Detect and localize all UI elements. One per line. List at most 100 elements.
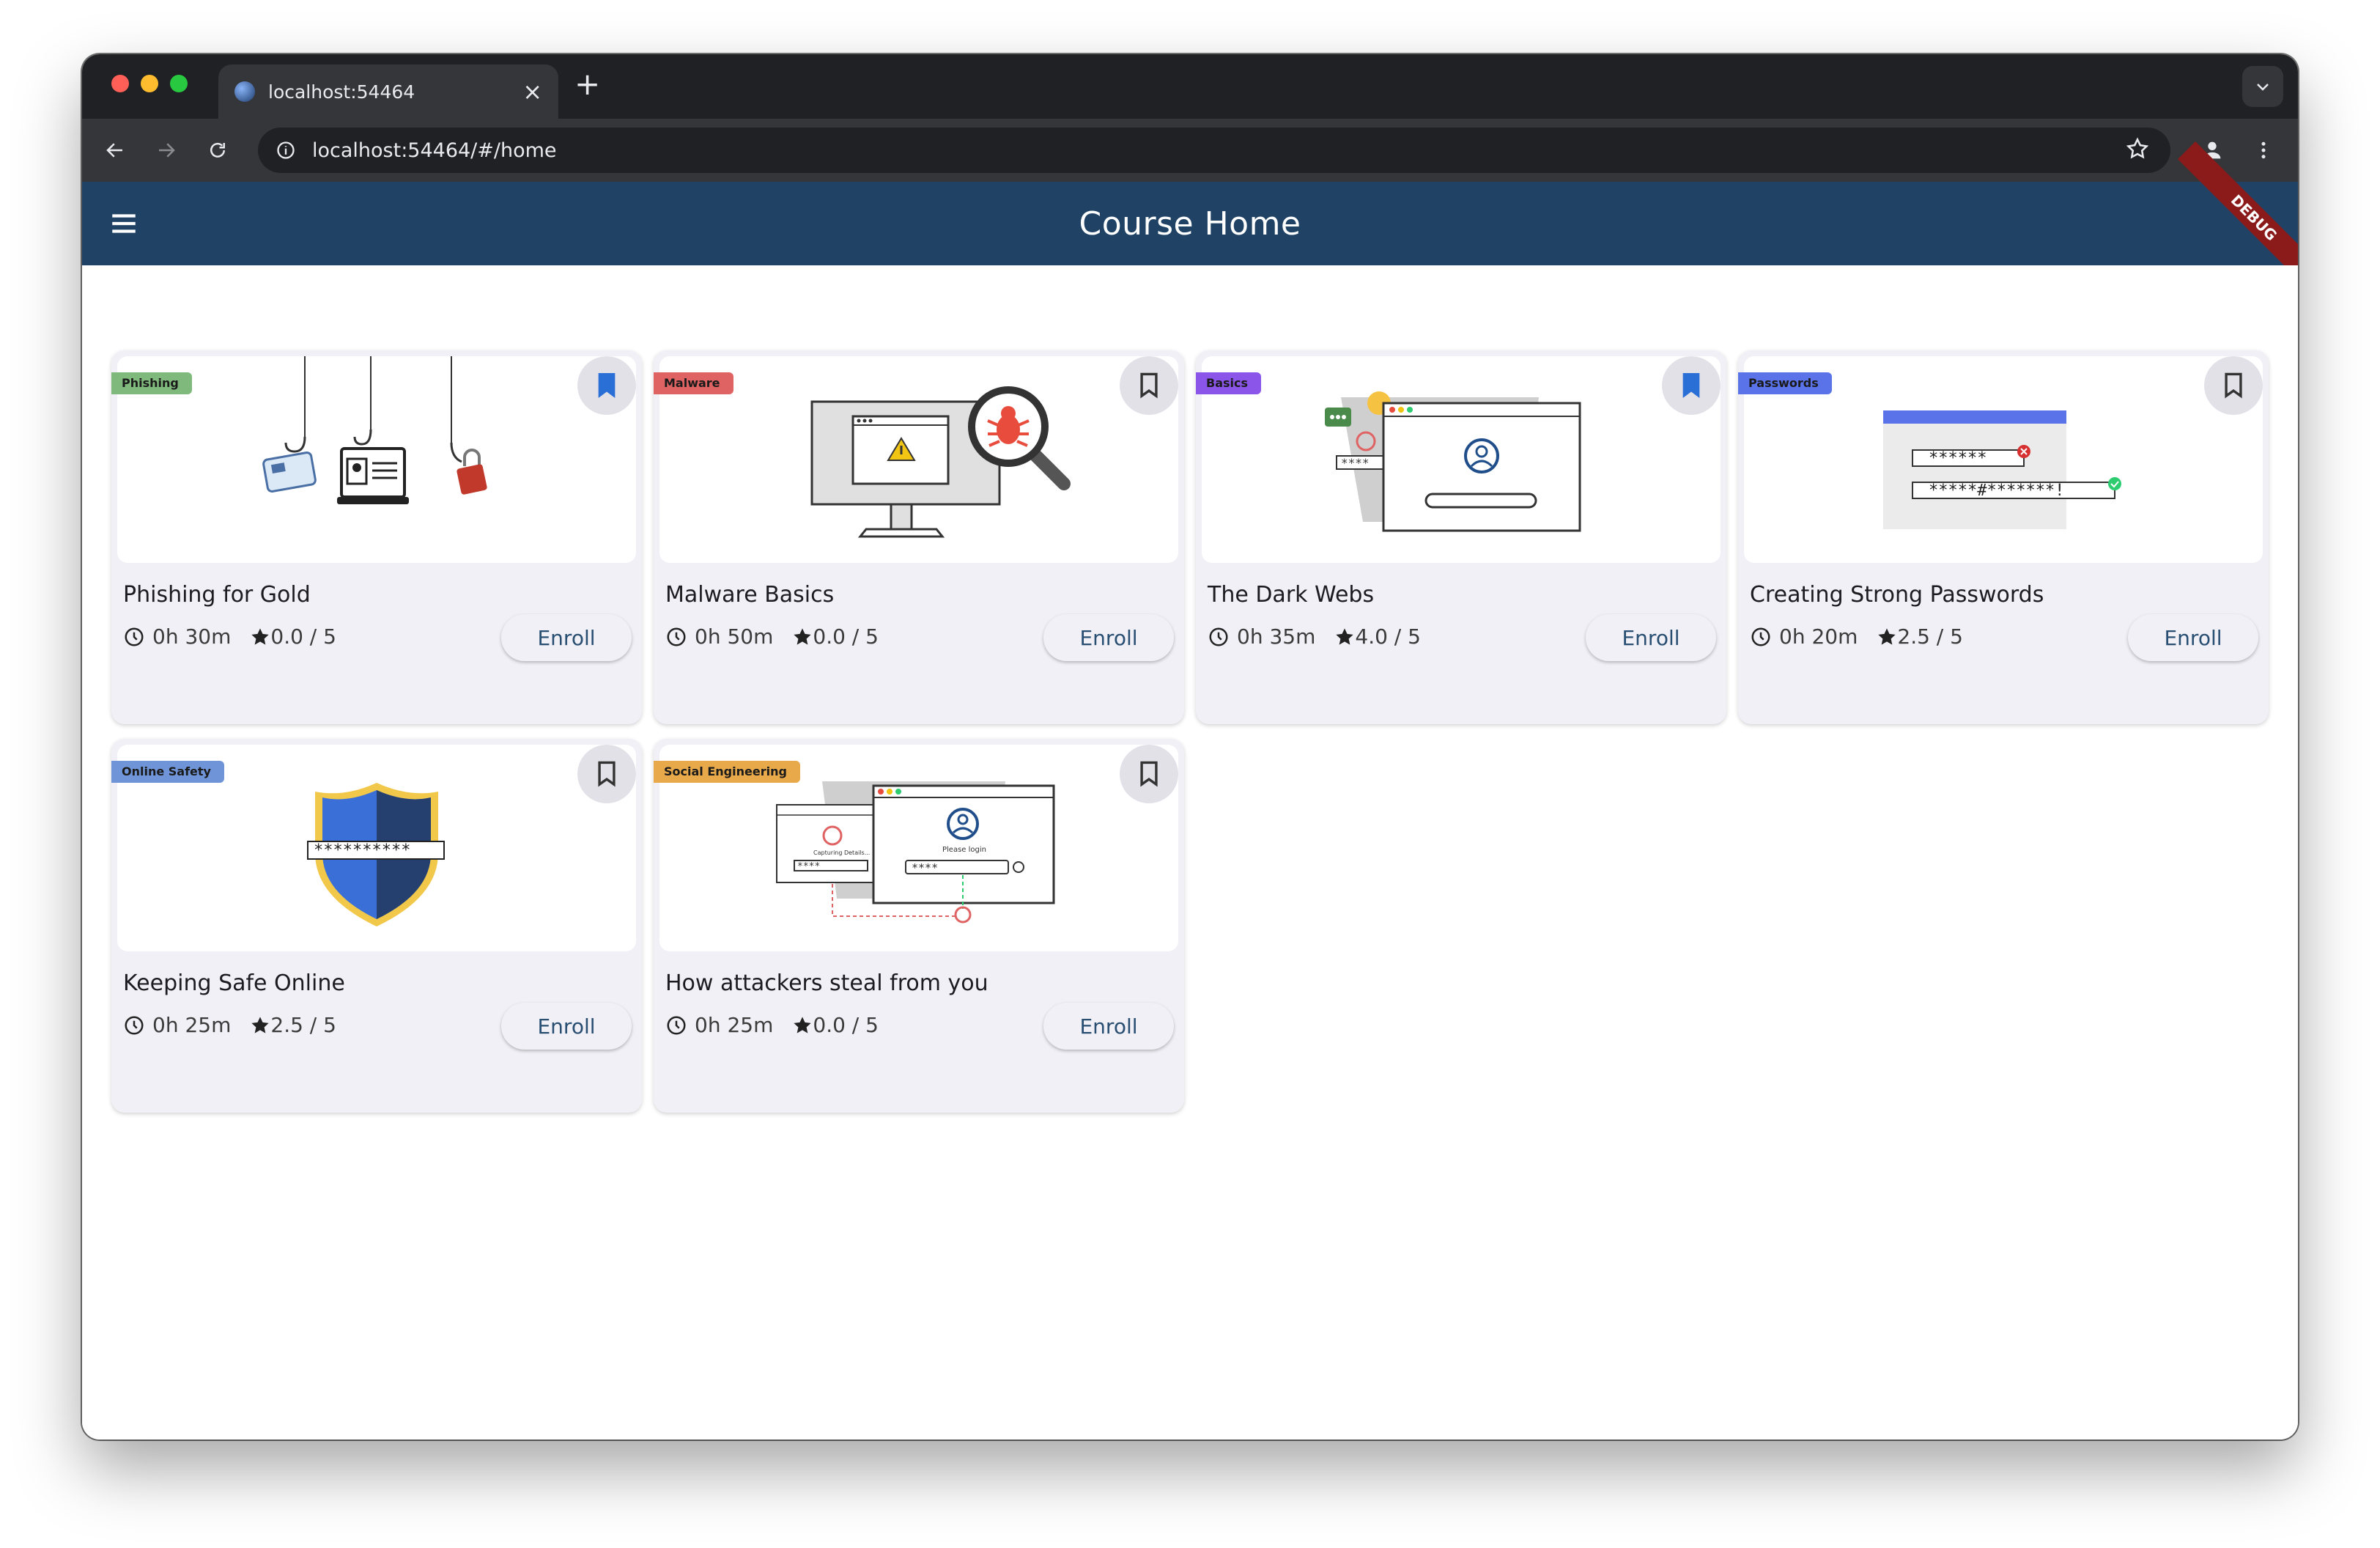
course-duration: 0h 35m xyxy=(1237,624,1316,649)
tab-strip: localhost:54464 × + xyxy=(82,54,2298,119)
clock-icon xyxy=(667,627,686,646)
course-rating: 0.0 / 5 xyxy=(792,624,879,649)
masked-password-text: **** xyxy=(1341,456,1370,470)
enroll-button[interactable]: Enroll xyxy=(1043,614,1174,661)
reload-icon xyxy=(210,142,225,158)
bookmark-filled-icon xyxy=(598,373,616,398)
course-title: Phishing for Gold xyxy=(123,582,311,608)
malware-illustration xyxy=(810,386,1071,538)
course-title: Creating Strong Passwords xyxy=(1750,582,2044,608)
favicon-icon xyxy=(234,81,255,102)
chevron-down-icon xyxy=(2257,84,2269,91)
bookmark-outline-icon xyxy=(1140,372,1158,399)
close-window-button[interactable] xyxy=(111,75,129,92)
course-title: Keeping Safe Online xyxy=(123,970,345,996)
bookmark-star-icon[interactable] xyxy=(2125,136,2150,161)
bookmark-outline-icon xyxy=(598,761,616,787)
enroll-button[interactable]: Enroll xyxy=(1586,614,1716,661)
rating-value: 0.0 / 5 xyxy=(813,624,879,649)
enroll-button[interactable]: Enroll xyxy=(501,614,632,661)
new-tab-button[interactable]: + xyxy=(574,69,600,100)
browser-tab[interactable]: localhost:54464 × xyxy=(218,64,558,119)
enroll-button[interactable]: Enroll xyxy=(2128,614,2258,661)
site-info-icon[interactable] xyxy=(276,140,296,161)
browser-menu-button[interactable] xyxy=(2247,133,2280,167)
darkweb-illustration: **** xyxy=(1325,391,1581,532)
forward-button[interactable] xyxy=(149,133,183,167)
course-tag: Phishing xyxy=(111,372,192,394)
reload-button[interactable] xyxy=(201,133,234,167)
phishing-illustration xyxy=(262,356,487,504)
clock-icon xyxy=(1209,627,1228,646)
star-icon xyxy=(1878,627,1896,645)
course-image xyxy=(117,356,636,563)
shield-password-text: ********** xyxy=(314,841,410,860)
course-title: Malware Basics xyxy=(665,582,835,608)
kebab-menu-icon xyxy=(2261,141,2266,159)
course-card-malware[interactable]: Malware Malware Basics 0h 50m 0.0 / 5 En… xyxy=(654,350,1184,724)
close-tab-icon[interactable]: × xyxy=(522,80,542,103)
course-rating: 0.0 / 5 xyxy=(250,624,336,649)
course-meta: 0h 20m 2.5 / 5 xyxy=(1750,624,1963,649)
rating-value: 2.5 / 5 xyxy=(1897,624,1963,649)
clock-icon xyxy=(125,627,144,646)
course-duration: 0h 25m xyxy=(695,1013,774,1037)
browser-window: localhost:54464 × + localhost:54464/#/ho… xyxy=(82,54,2298,1440)
course-rating: 0.0 / 5 xyxy=(792,1013,879,1037)
bookmark-button[interactable] xyxy=(1120,356,1178,415)
course-meta: 0h 25m 0.0 / 5 xyxy=(665,1013,879,1037)
course-title: How attackers steal from you xyxy=(665,970,988,996)
course-rating: 2.5 / 5 xyxy=(1877,624,1963,649)
course-card-passwords[interactable]: ****** *****#*******! Passwords Creating… xyxy=(1738,350,2269,724)
course-grid: Phishing Phishing for Gold 0h 30m 0.0 / … xyxy=(82,265,2298,1440)
course-card-social-engineering[interactable]: Capturing Details... **** Please login *… xyxy=(654,739,1184,1113)
bookmark-filled-icon xyxy=(1682,373,1700,398)
star-icon xyxy=(251,1016,270,1033)
course-card-dark-webs[interactable]: **** Basics The Dark Webs 0h 35m 4.0 / 5… xyxy=(1196,350,1726,724)
arrow-right-icon xyxy=(159,143,175,158)
course-image xyxy=(659,356,1178,563)
course-meta: 0h 50m 0.0 / 5 xyxy=(665,624,879,649)
enroll-button[interactable]: Enroll xyxy=(501,1003,632,1050)
clock-icon xyxy=(667,1016,686,1034)
minimize-window-button[interactable] xyxy=(141,75,158,92)
star-icon xyxy=(794,627,812,645)
password-weak-text: ****** xyxy=(1929,449,1987,468)
maximize-window-button[interactable] xyxy=(170,75,188,92)
course-image: **** xyxy=(1202,356,1721,563)
star-icon xyxy=(1336,627,1354,645)
address-bar[interactable]: localhost:54464/#/home xyxy=(258,128,2170,173)
course-card-online-safety[interactable]: ********** Online Safety Keeping Safe On… xyxy=(111,739,642,1113)
app-bar: Course Home DEBUG xyxy=(82,141,2298,294)
bookmark-button[interactable] xyxy=(577,745,636,803)
course-rating: 2.5 / 5 xyxy=(250,1013,336,1037)
course-card-phishing[interactable]: Phishing Phishing for Gold 0h 30m 0.0 / … xyxy=(111,350,642,724)
password-strong-text: *****#*******! xyxy=(1929,482,2064,500)
tab-search-button[interactable] xyxy=(2242,66,2283,107)
captured-password-text: **** xyxy=(797,861,820,872)
rating-value: 4.0 / 5 xyxy=(1355,624,1421,649)
course-tag: Social Engineering xyxy=(654,761,800,783)
url-text: localhost:54464/#/home xyxy=(312,139,557,162)
course-meta: 0h 30m 0.0 / 5 xyxy=(123,624,336,649)
bookmark-outline-icon xyxy=(1140,761,1158,787)
course-meta: 0h 35m 4.0 / 5 xyxy=(1208,624,1421,649)
bookmark-button[interactable] xyxy=(2204,356,2263,415)
rating-value: 0.0 / 5 xyxy=(813,1013,879,1037)
clock-icon xyxy=(1751,627,1770,646)
star-icon xyxy=(251,627,270,645)
bookmark-button[interactable] xyxy=(1120,745,1178,803)
enroll-button[interactable]: Enroll xyxy=(1043,1003,1174,1050)
bookmark-button[interactable] xyxy=(1662,356,1721,415)
course-title: The Dark Webs xyxy=(1208,582,1375,608)
page-title: Course Home xyxy=(1079,204,1301,243)
capturing-details-text: Capturing Details... xyxy=(813,849,870,856)
course-duration: 0h 50m xyxy=(695,624,774,649)
bookmark-button[interactable] xyxy=(577,356,636,415)
course-duration: 0h 30m xyxy=(152,624,232,649)
course-tag: Passwords xyxy=(1738,372,1832,394)
clock-icon xyxy=(125,1016,144,1034)
hamburger-menu-icon[interactable] xyxy=(108,208,139,239)
back-button[interactable] xyxy=(98,133,132,167)
login-password-text: **** xyxy=(912,861,938,874)
